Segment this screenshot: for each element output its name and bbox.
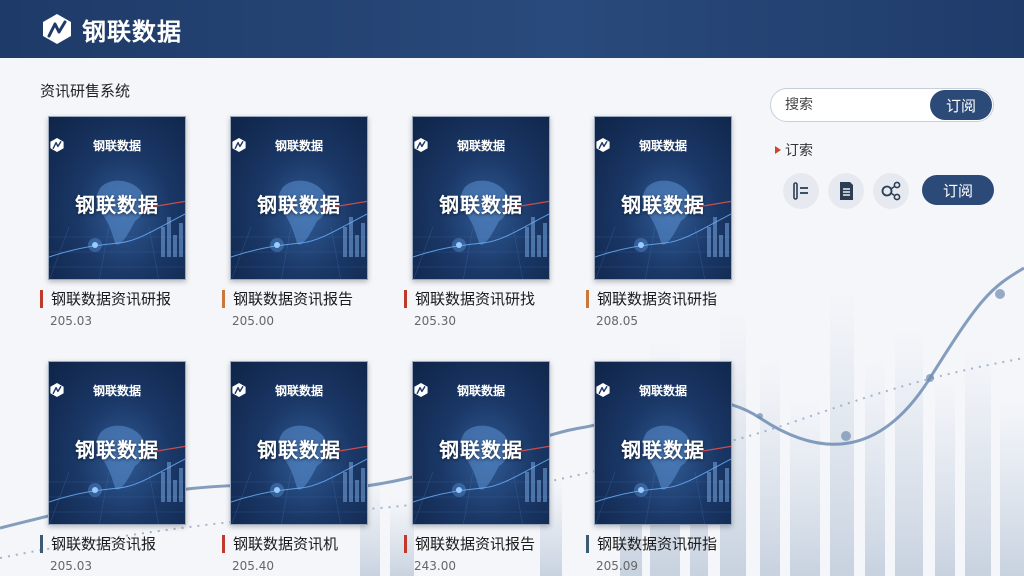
brand-logo-icon (232, 137, 246, 153)
cover-brand: 钢联数据 (413, 382, 549, 399)
report-title[interactable]: 钢联数据资讯报 (40, 535, 222, 553)
report-cover[interactable]: 钢联数据 钢联数据 (230, 116, 368, 280)
report-cover[interactable]: 钢联数据 钢联数据 (412, 361, 550, 525)
report-card[interactable]: 钢联数据 钢联数据 钢联数据资讯报告 243.00 (404, 361, 586, 573)
report-title[interactable]: 钢联数据资讯报告 (404, 535, 586, 553)
report-card[interactable]: 钢联数据 钢联数据 钢联数据资讯研指 208.05 (586, 116, 768, 328)
brand-logo-icon (43, 14, 71, 44)
report-date: 205.03 (50, 314, 92, 328)
cover-brand-text: 钢联数据 (638, 384, 687, 398)
report-date: 208.05 (596, 314, 638, 328)
cover-brand: 钢联数据 (49, 382, 185, 399)
report-card[interactable]: 钢联数据 钢联数据 钢联数据资讯报 205.03 (40, 361, 222, 573)
report-date: 205.03 (50, 559, 92, 573)
report-title[interactable]: 钢联数据资讯研指 (586, 290, 768, 308)
report-cover[interactable]: 钢联数据 钢联数据 (594, 361, 732, 525)
cover-brand: 钢联数据 (595, 382, 731, 399)
report-title[interactable]: 钢联数据资讯研指 (586, 535, 768, 553)
report-date: 205.09 (596, 559, 638, 573)
subscribe-button[interactable]: 订阅 (922, 175, 994, 205)
report-date: 205.30 (414, 314, 456, 328)
document-icon (840, 182, 853, 200)
cover-brand-text: 钢联数据 (638, 139, 687, 153)
subscribe-label: 订索 (775, 140, 813, 160)
report-cover[interactable]: 钢联数据 钢联数据 (48, 116, 186, 280)
report-card[interactable]: 钢联数据 钢联数据 钢联数据资讯研找 205.30 (404, 116, 586, 328)
filter-list-button[interactable] (783, 173, 819, 209)
cover-title: 钢联数据 (257, 193, 341, 217)
cover-brand-text: 钢联数据 (456, 139, 505, 153)
report-title[interactable]: 钢联数据资讯研报 (40, 290, 222, 308)
filter-list-icon (793, 182, 808, 200)
cover-brand-text: 钢联数据 (92, 139, 141, 153)
cover-title: 钢联数据 (439, 438, 523, 462)
cover-title: 钢联数据 (257, 438, 341, 462)
cover-brand: 钢联数据 (49, 137, 185, 154)
report-card[interactable]: 钢联数据 钢联数据 钢联数据资讯研报 205.03 (40, 116, 222, 328)
report-date: 205.40 (232, 559, 274, 573)
document-button[interactable] (828, 173, 864, 209)
brand-logo-icon (414, 382, 428, 398)
share-button[interactable] (873, 173, 909, 209)
search-box: 订阅 (770, 88, 994, 122)
cover-brand-text: 钢联数据 (274, 139, 323, 153)
cover-title: 钢联数据 (75, 193, 159, 217)
brand-logo-icon (50, 382, 64, 398)
cover-title: 钢联数据 (621, 193, 705, 217)
cover-brand-text: 钢联数据 (92, 384, 141, 398)
report-cover[interactable]: 钢联数据 钢联数据 (230, 361, 368, 525)
report-card[interactable]: 钢联数据 钢联数据 钢联数据资讯研指 205.09 (586, 361, 768, 573)
top-header: 钢联数据 (0, 0, 1024, 58)
report-card[interactable]: 钢联数据 钢联数据 钢联数据资讯报告 205.00 (222, 116, 404, 328)
report-cover[interactable]: 钢联数据 钢联数据 (412, 116, 550, 280)
report-title[interactable]: 钢联数据资讯报告 (222, 290, 404, 308)
cover-brand: 钢联数据 (231, 137, 367, 154)
search-subscribe-button[interactable]: 订阅 (930, 90, 992, 120)
brand-logo-icon (596, 382, 610, 398)
cover-brand-text: 钢联数据 (456, 384, 505, 398)
brand-logo-icon (232, 382, 246, 398)
section-title: 资讯研售系统 (40, 82, 131, 100)
report-date: 243.00 (414, 559, 456, 573)
cover-brand: 钢联数据 (231, 382, 367, 399)
search-input[interactable] (771, 97, 921, 113)
report-card[interactable]: 钢联数据 钢联数据 钢联数据资讯机 205.40 (222, 361, 404, 573)
share-icon (881, 181, 901, 201)
brand-name: 钢联数据 (82, 17, 182, 46)
cover-title: 钢联数据 (75, 438, 159, 462)
triangle-bullet-icon (775, 146, 781, 154)
cover-title: 钢联数据 (439, 193, 523, 217)
report-date: 205.00 (232, 314, 274, 328)
brand-logo-icon (50, 137, 64, 153)
report-title[interactable]: 钢联数据资讯机 (222, 535, 404, 553)
report-cover[interactable]: 钢联数据 钢联数据 (48, 361, 186, 525)
report-cover[interactable]: 钢联数据 钢联数据 (594, 116, 732, 280)
cover-title: 钢联数据 (621, 438, 705, 462)
brand-logo-icon (414, 137, 428, 153)
cover-brand-text: 钢联数据 (274, 384, 323, 398)
brand-logo-icon (596, 137, 610, 153)
cover-brand: 钢联数据 (413, 137, 549, 154)
cover-brand: 钢联数据 (595, 137, 731, 154)
report-title[interactable]: 钢联数据资讯研找 (404, 290, 586, 308)
subscribe-label-text: 订索 (785, 143, 813, 159)
